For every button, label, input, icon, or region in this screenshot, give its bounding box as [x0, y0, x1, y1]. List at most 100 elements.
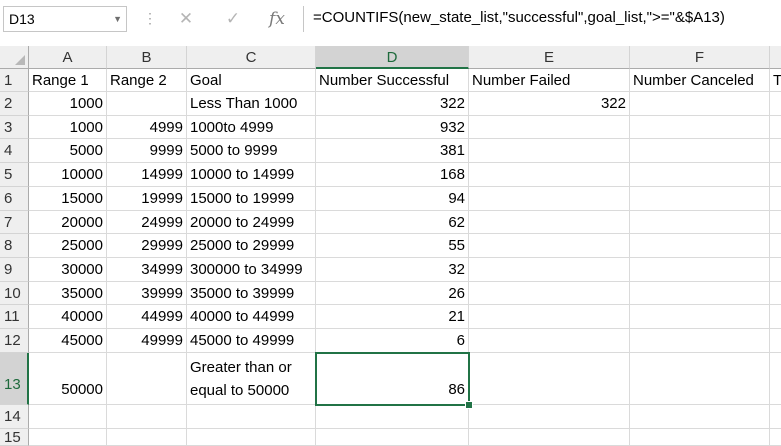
cell-d3[interactable]: 932 [316, 116, 469, 139]
cell-a9[interactable]: 30000 [29, 258, 107, 282]
cell-f12[interactable] [630, 329, 770, 353]
column-header-e[interactable]: E [469, 46, 630, 69]
chevron-down-icon[interactable]: ▼ [113, 14, 122, 24]
header-cell-canceled[interactable]: Number Canceled [630, 69, 770, 92]
cell-c4[interactable]: 5000 to 9999 [187, 139, 316, 163]
cell-a2[interactable]: 1000 [29, 92, 107, 116]
cell-e11[interactable] [469, 305, 630, 329]
cell-a10[interactable]: 35000 [29, 282, 107, 305]
header-cell-successful[interactable]: Number Successful [316, 69, 469, 92]
cell-g6[interactable] [770, 187, 781, 211]
enter-icon[interactable]: ✓ [219, 5, 247, 33]
header-cell-range1[interactable]: Range 1 [29, 69, 107, 92]
cell-d13[interactable]: 86 [316, 353, 469, 405]
row-header-9[interactable]: 9 [0, 258, 29, 282]
cell-d15[interactable] [316, 429, 469, 446]
cell-e10[interactable] [469, 282, 630, 305]
row-header-2[interactable]: 2 [0, 92, 29, 116]
cell-f9[interactable] [630, 258, 770, 282]
cell-a13[interactable]: 50000 [29, 353, 107, 405]
cell-b8[interactable]: 29999 [107, 234, 187, 258]
cell-f11[interactable] [630, 305, 770, 329]
cell-a7[interactable]: 20000 [29, 211, 107, 234]
header-cell-goal[interactable]: Goal [187, 69, 316, 92]
cell-c13[interactable]: Greater than or equal to 50000 [187, 353, 316, 405]
column-header-c[interactable]: C [187, 46, 316, 69]
header-cell-g_partial[interactable]: T [770, 69, 781, 92]
name-box-value[interactable]: D13 [9, 11, 35, 27]
cell-e8[interactable] [469, 234, 630, 258]
cell-a12[interactable]: 45000 [29, 329, 107, 353]
row-header-3[interactable]: 3 [0, 116, 29, 139]
cell-g4[interactable] [770, 139, 781, 163]
row-header-10[interactable]: 10 [0, 282, 29, 305]
column-header-a[interactable]: A [29, 46, 107, 69]
cell-e14[interactable] [469, 405, 630, 429]
cell-g11[interactable] [770, 305, 781, 329]
cell-b12[interactable]: 49999 [107, 329, 187, 353]
cell-c9[interactable]: 300000 to 34999 [187, 258, 316, 282]
cell-g15[interactable] [770, 429, 781, 446]
cell-f13[interactable] [630, 353, 770, 405]
cell-g2[interactable] [770, 92, 781, 116]
cell-a14[interactable] [29, 405, 107, 429]
cell-d11[interactable]: 21 [316, 305, 469, 329]
cell-c2[interactable]: Less Than 1000 [187, 92, 316, 116]
cell-g9[interactable] [770, 258, 781, 282]
cell-a5[interactable]: 10000 [29, 163, 107, 187]
row-header-7[interactable]: 7 [0, 211, 29, 234]
cell-c5[interactable]: 10000 to 14999 [187, 163, 316, 187]
cell-e15[interactable] [469, 429, 630, 446]
cell-e9[interactable] [469, 258, 630, 282]
row-header-4[interactable]: 4 [0, 139, 29, 163]
cell-d9[interactable]: 32 [316, 258, 469, 282]
cell-f8[interactable] [630, 234, 770, 258]
cell-c14[interactable] [187, 405, 316, 429]
row-header-15[interactable]: 15 [0, 429, 29, 446]
cell-a3[interactable]: 1000 [29, 116, 107, 139]
insert-function-icon[interactable]: fx [263, 5, 291, 33]
cell-d4[interactable]: 381 [316, 139, 469, 163]
cell-f5[interactable] [630, 163, 770, 187]
cell-e5[interactable] [469, 163, 630, 187]
cell-d12[interactable]: 6 [316, 329, 469, 353]
cell-c12[interactable]: 45000 to 49999 [187, 329, 316, 353]
cell-c10[interactable]: 35000 to 39999 [187, 282, 316, 305]
row-header-5[interactable]: 5 [0, 163, 29, 187]
column-header-f[interactable]: F [630, 46, 770, 69]
cell-e13[interactable] [469, 353, 630, 405]
cell-d7[interactable]: 62 [316, 211, 469, 234]
cell-d2[interactable]: 322 [316, 92, 469, 116]
cell-b6[interactable]: 19999 [107, 187, 187, 211]
formula-input[interactable]: =COUNTIFS(new_state_list,"successful",go… [303, 6, 781, 32]
cell-c3[interactable]: 1000to 4999 [187, 116, 316, 139]
cell-g3[interactable] [770, 116, 781, 139]
row-header-6[interactable]: 6 [0, 187, 29, 211]
cell-c11[interactable]: 40000 to 44999 [187, 305, 316, 329]
column-header-g[interactable] [770, 46, 781, 69]
cell-b13[interactable] [107, 353, 187, 405]
cell-c7[interactable]: 20000 to 24999 [187, 211, 316, 234]
row-header-8[interactable]: 8 [0, 234, 29, 258]
cell-f7[interactable] [630, 211, 770, 234]
cell-d14[interactable] [316, 405, 469, 429]
cell-a4[interactable]: 5000 [29, 139, 107, 163]
cell-e12[interactable] [469, 329, 630, 353]
cell-f14[interactable] [630, 405, 770, 429]
cell-a11[interactable]: 40000 [29, 305, 107, 329]
cell-g5[interactable] [770, 163, 781, 187]
cell-f10[interactable] [630, 282, 770, 305]
cell-b10[interactable]: 39999 [107, 282, 187, 305]
cancel-icon[interactable]: ✕ [172, 5, 200, 33]
column-header-d[interactable]: D [316, 46, 469, 69]
cell-e7[interactable] [469, 211, 630, 234]
cell-b15[interactable] [107, 429, 187, 446]
cell-f3[interactable] [630, 116, 770, 139]
cell-b14[interactable] [107, 405, 187, 429]
cell-b9[interactable]: 34999 [107, 258, 187, 282]
row-header-13[interactable]: 13 [0, 353, 29, 405]
cell-g14[interactable] [770, 405, 781, 429]
cell-e3[interactable] [469, 116, 630, 139]
cell-g7[interactable] [770, 211, 781, 234]
name-box[interactable]: D13 ▼ [3, 6, 127, 32]
